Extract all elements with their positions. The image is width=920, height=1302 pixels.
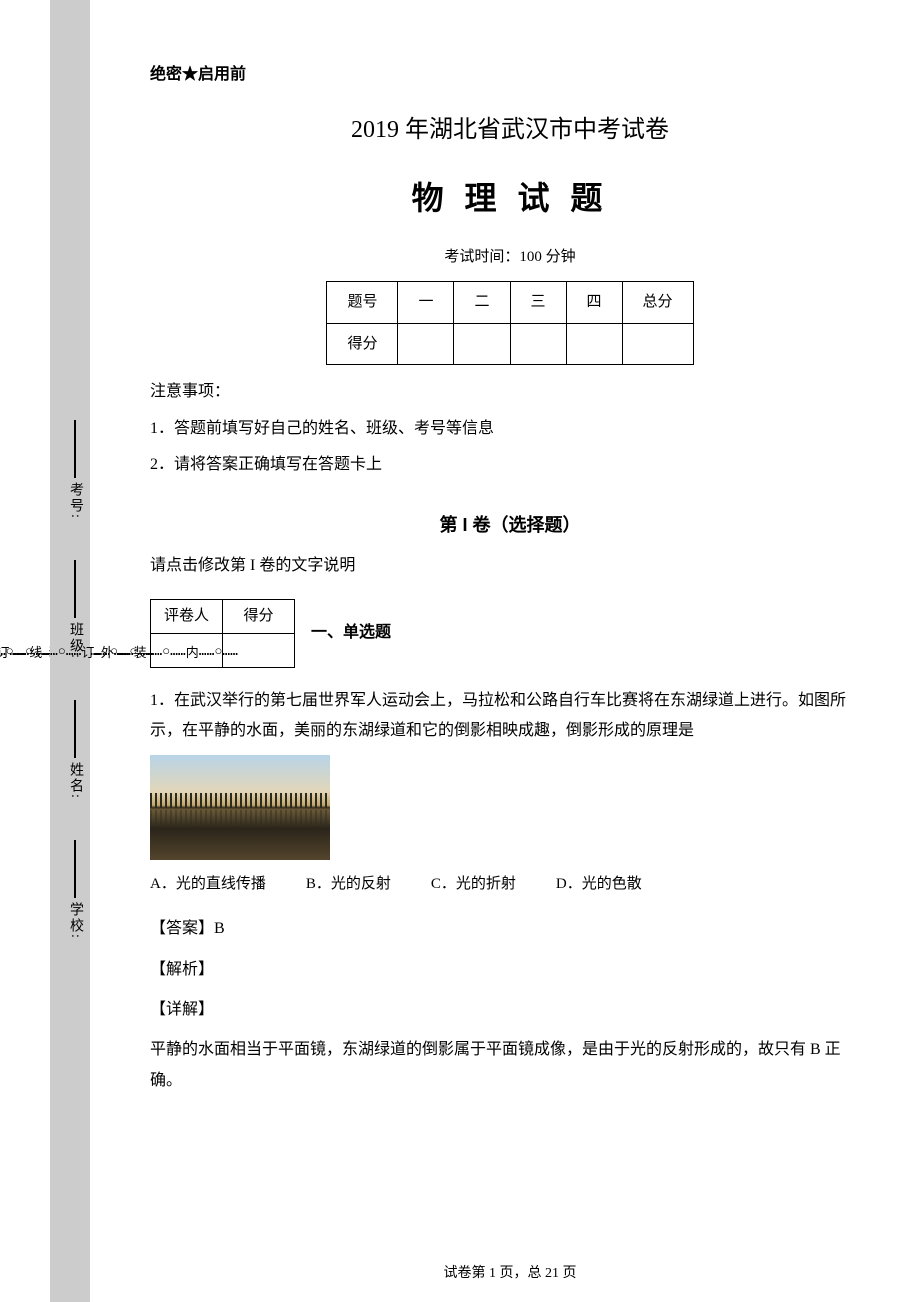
notice-2: 2．请将答案正确填写在答题卡上 — [150, 450, 870, 480]
option-a: A．光的直线传播 — [150, 870, 266, 899]
option-b: B．光的反射 — [306, 870, 391, 899]
question-1-image — [150, 755, 330, 860]
section-1-title: 第 I 卷（选择题） — [150, 508, 870, 542]
secret-label: 绝密★启用前 — [150, 60, 870, 90]
notice-1: 1．答题前填写好自己的姓名、班级、考号等信息 — [150, 414, 870, 444]
name-label: 姓名: — [65, 762, 85, 800]
answer-row: 【答案】B — [150, 914, 870, 944]
analysis-label: 【解析】 — [150, 955, 870, 985]
score-header-num: 题号 — [327, 282, 398, 324]
question-1-text: 1．在武汉举行的第七届世界军人运动会上，马拉松和公路自行车比赛将在东湖绿道上进行… — [150, 686, 870, 747]
section-subtitle: 一、单选题 — [311, 618, 391, 648]
answer-value: B — [214, 920, 225, 937]
section-1-instruction: 请点击修改第 I 卷的文字说明 — [150, 551, 870, 581]
notice-heading: 注意事项： — [150, 377, 870, 407]
exam-time: 考试时间：100 分钟 — [150, 243, 870, 272]
school-label: 学校: — [65, 902, 85, 940]
question-1-options: A．光的直线传播 B．光的反射 C．光的折射 D．光的色散 — [150, 870, 870, 899]
grader-table: 评卷人 得分 — [150, 599, 295, 668]
exam-title: 2019 年湖北省武汉市中考试卷 — [150, 108, 870, 154]
explanation-text: 平静的水面相当于平面镜，东湖绿道的倒影属于平面镜成像，是由于光的反射形成的，故只… — [150, 1035, 870, 1096]
score-header-score: 得分 — [327, 323, 398, 365]
score-table: 题号 一 二 三 四 总分 得分 — [326, 281, 693, 365]
examno-label: 考号: — [65, 482, 85, 520]
option-c: C．光的折射 — [431, 870, 516, 899]
subject-title: 物 理 试 题 — [150, 168, 870, 229]
page-footer: 试卷第 1 页，总 21 页 — [150, 1262, 870, 1282]
detail-label: 【详解】 — [150, 995, 870, 1025]
option-d: D．光的色散 — [556, 870, 642, 899]
inner-binding-margin: …… ○ …… 内 …… ○ …… 装 …… ○ …… 订 …… ○ …… 线 … — [100, 0, 128, 1302]
page-content: 绝密★启用前 2019 年湖北省武汉市中考试卷 物 理 试 题 考试时间：100… — [150, 60, 870, 1096]
